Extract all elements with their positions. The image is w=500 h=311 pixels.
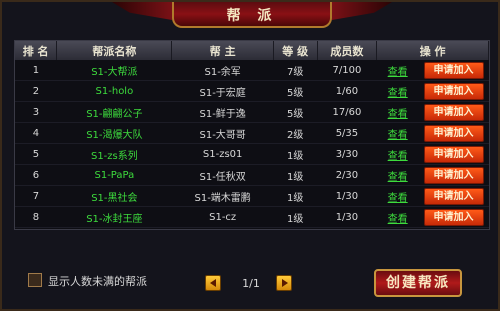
boss-cell: S1-端木雷鹏	[171, 185, 274, 207]
title-bar: 帮 派	[172, 2, 332, 28]
panel-title: 帮 派	[226, 8, 278, 24]
members-cell: 2/30	[317, 164, 377, 186]
boss-cell: S1-余军	[171, 60, 274, 81]
boss-cell: S1-zs01	[171, 143, 274, 165]
col-actions: 操 作	[376, 41, 489, 60]
col-rank: 排 名	[15, 41, 58, 60]
rank-cell: 4	[15, 122, 57, 144]
guild-name-cell: S1-zs系列	[56, 143, 172, 165]
boss-cell: S1-任秋双	[171, 164, 274, 186]
view-link[interactable]: 查看	[388, 88, 408, 99]
apply-join-button[interactable]: 申请加入	[423, 145, 484, 163]
view-link[interactable]: 查看	[388, 151, 408, 162]
next-page-button[interactable]	[276, 275, 292, 291]
level-cell: 1级	[273, 164, 318, 186]
view-link[interactable]: 查看	[388, 172, 408, 183]
view-link[interactable]: 查看	[388, 67, 408, 78]
rank-cell: 8	[15, 206, 57, 228]
boss-cell: S1-大哥哥	[171, 122, 274, 144]
prev-page-button[interactable]	[205, 275, 221, 291]
table-row: 5 S1-zs系列 S1-zs01 1级 3/30 查看 申请加入	[15, 143, 489, 165]
rank-cell: 1	[15, 60, 57, 81]
table-row: 1 S1-大帮派 S1-余军 7级 7/100 查看 申请加入	[15, 60, 489, 81]
apply-join-button[interactable]: 申请加入	[423, 82, 484, 100]
guild-name-cell: S1-PaPa	[56, 164, 172, 186]
guild-name-cell: S1-大帮派	[56, 60, 172, 81]
guild-name-cell: S1-渴爆大队	[56, 122, 172, 144]
guild-name-cell: S1-翩翩公子	[56, 101, 172, 123]
members-cell: 7/100	[317, 60, 377, 81]
members-cell: 1/30	[317, 206, 377, 228]
table-header: 排 名 帮派名称 帮 主 等 级 成员数 操 作	[15, 41, 489, 60]
guild-panel: 帮 派 排 名 帮派名称 帮 主 等 级 成员数 操 作 1 S1-大帮派 S1…	[0, 0, 500, 311]
level-cell: 7级	[273, 60, 318, 81]
apply-join-button[interactable]: 申请加入	[423, 103, 484, 121]
col-members: 成员数	[317, 41, 378, 60]
col-name: 帮派名称	[56, 41, 173, 60]
col-boss: 帮 主	[171, 41, 274, 60]
members-cell: 3/30	[317, 143, 377, 165]
create-guild-button[interactable]: 创建帮派	[374, 269, 462, 297]
apply-join-button[interactable]: 申请加入	[423, 61, 484, 79]
level-cell: 1级	[273, 185, 318, 207]
view-link[interactable]: 查看	[388, 214, 408, 225]
level-cell: 5级	[273, 80, 318, 102]
members-cell: 17/60	[317, 101, 377, 123]
level-cell: 1级	[273, 206, 318, 228]
boss-cell: S1-于宏庭	[171, 80, 274, 102]
page-indicator: 1/1	[242, 277, 260, 290]
level-cell: 2级	[273, 122, 318, 144]
col-level: 等 级	[273, 41, 318, 60]
table-row: 4 S1-渴爆大队 S1-大哥哥 2级 5/35 查看 申请加入	[15, 122, 489, 144]
view-link[interactable]: 查看	[388, 130, 408, 141]
apply-join-button[interactable]: 申请加入	[423, 187, 484, 205]
show-not-full-label: 显示人数未满的帮派	[48, 275, 147, 288]
apply-join-button[interactable]: 申请加入	[423, 124, 484, 142]
view-link[interactable]: 查看	[388, 109, 408, 120]
table-row: 7 S1-黑社会 S1-端木雷鹏 1级 1/30 查看 申请加入	[15, 185, 489, 207]
table-row: 6 S1-PaPa S1-任秋双 1级 2/30 查看 申请加入	[15, 164, 489, 186]
rank-cell: 7	[15, 185, 57, 207]
apply-join-button[interactable]: 申请加入	[423, 166, 484, 184]
guild-name-cell: S1-黑社会	[56, 185, 172, 207]
guild-name-cell: S1-冰封王座	[56, 206, 172, 228]
view-link[interactable]: 查看	[388, 193, 408, 204]
rank-cell: 6	[15, 164, 57, 186]
members-cell: 5/35	[317, 122, 377, 144]
show-not-full-checkbox[interactable]	[28, 273, 42, 287]
guild-table: 排 名 帮派名称 帮 主 等 级 成员数 操 作 1 S1-大帮派 S1-余军 …	[14, 40, 490, 230]
level-cell: 1级	[273, 143, 318, 165]
table-row: 2 S1-holo S1-于宏庭 5级 1/60 查看 申请加入	[15, 80, 489, 102]
members-cell: 1/60	[317, 80, 377, 102]
members-cell: 1/30	[317, 185, 377, 207]
apply-join-button[interactable]: 申请加入	[423, 208, 484, 226]
table-row: 8 S1-冰封王座 S1-cz 1级 1/30 查看 申请加入	[15, 206, 489, 228]
rank-cell: 3	[15, 101, 57, 123]
title-wing-left	[112, 2, 172, 20]
title-wing-right	[332, 2, 392, 20]
boss-cell: S1-鲜于逸	[171, 101, 274, 123]
table-row: 3 S1-翩翩公子 S1-鲜于逸 5级 17/60 查看 申请加入	[15, 101, 489, 123]
boss-cell: S1-cz	[171, 206, 274, 228]
rank-cell: 2	[15, 80, 57, 102]
guild-name-cell: S1-holo	[56, 80, 172, 102]
level-cell: 5级	[273, 101, 318, 123]
rank-cell: 5	[15, 143, 57, 165]
